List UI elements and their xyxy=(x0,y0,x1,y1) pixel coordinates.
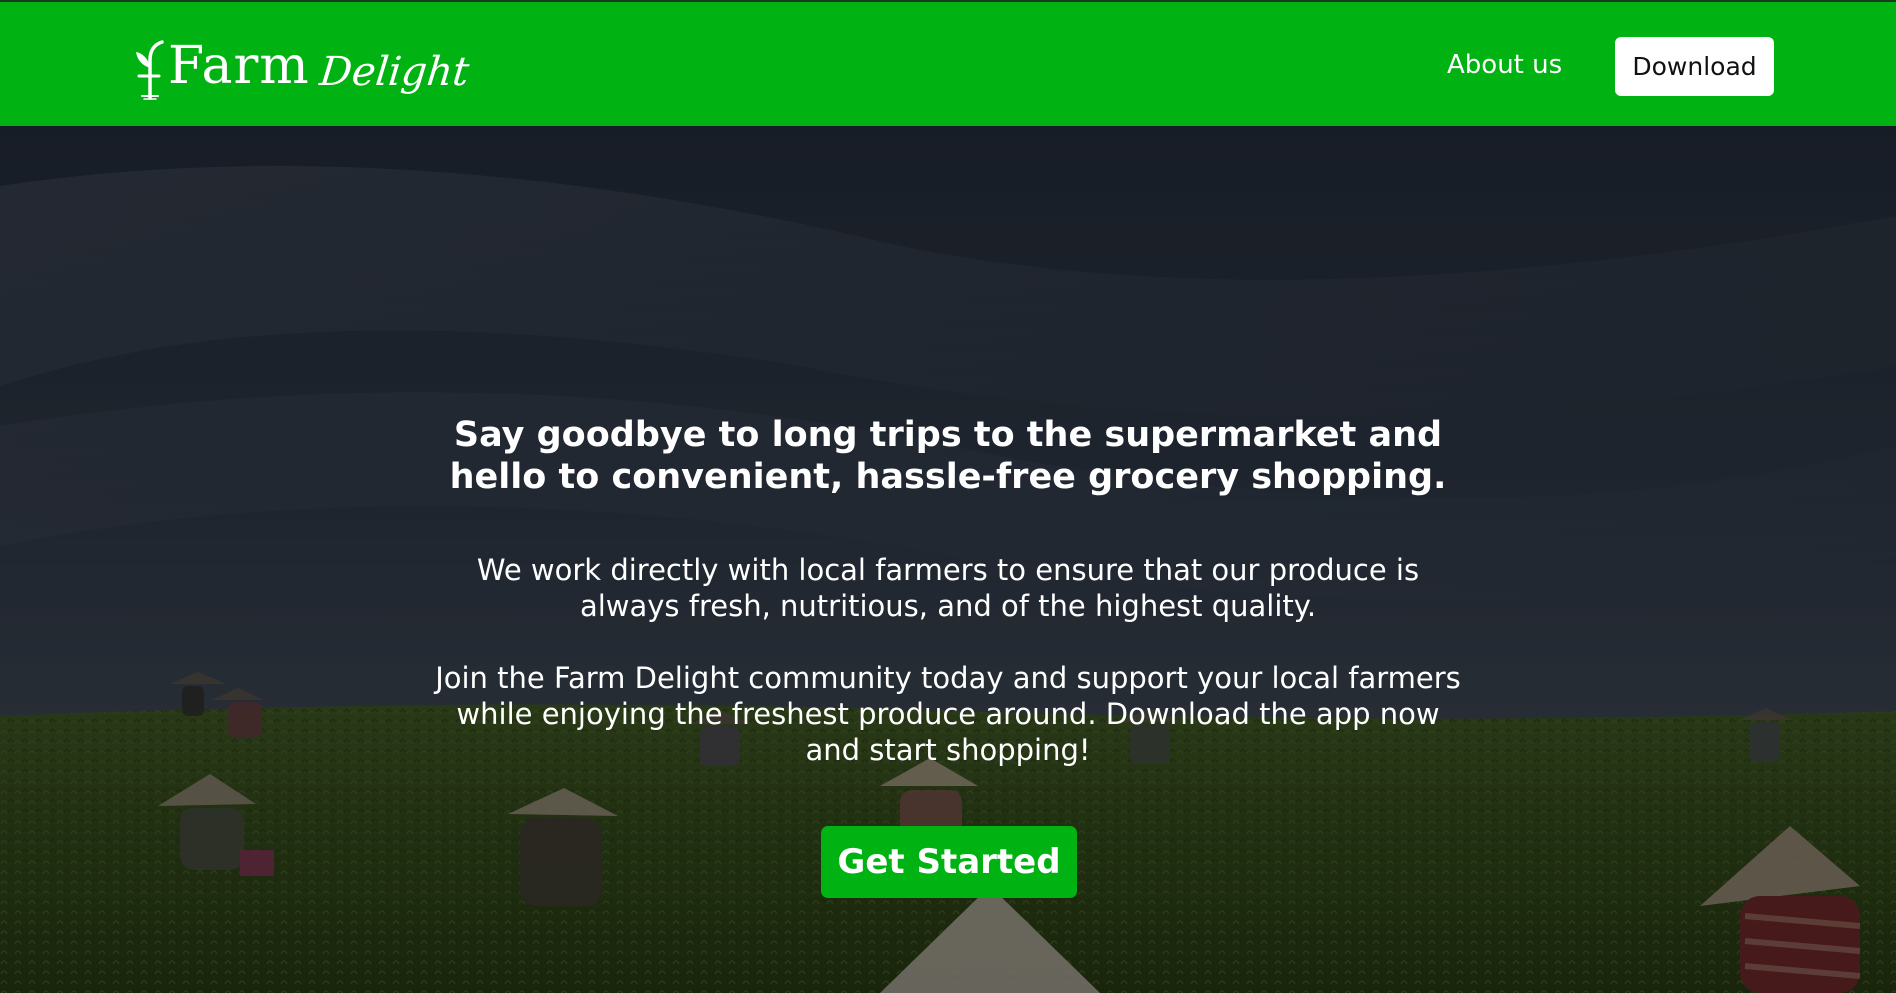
nav-link-about-us[interactable]: About us xyxy=(1447,50,1562,80)
download-button[interactable]: Download xyxy=(1615,37,1774,96)
logo-text-farm: Farm xyxy=(168,36,310,96)
navbar: Farm Delight About us Download xyxy=(0,0,1896,126)
sprout-icon xyxy=(136,40,164,100)
logo[interactable]: Farm Delight xyxy=(132,30,471,100)
hero-section: Say goodbye to long trips to the superma… xyxy=(0,126,1896,993)
hero-paragraph-local-farmers: We work directly with local farmers to e… xyxy=(476,553,1420,623)
page: Farm Delight About us Download Say goodb… xyxy=(0,0,1896,993)
logo-text-delight: Delight xyxy=(317,49,471,95)
get-started-button[interactable]: Get Started xyxy=(821,826,1077,898)
hero-headline: Say goodbye to long trips to the superma… xyxy=(449,415,1447,497)
hero-paragraph-join-community: Join the Farm Delight community today an… xyxy=(435,661,1461,767)
